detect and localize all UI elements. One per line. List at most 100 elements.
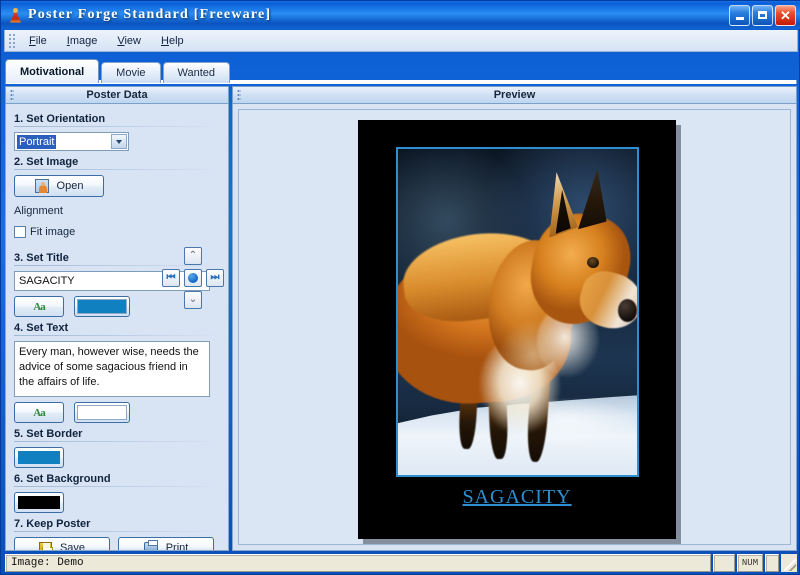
title-font-button[interactable]: Aa: [14, 296, 64, 317]
tab-movie[interactable]: Movie: [101, 62, 161, 83]
menu-item-help[interactable]: Help: [151, 33, 194, 49]
status-num-label: NUM: [741, 558, 759, 568]
preview-canvas[interactable]: SAGACITY: [238, 109, 791, 545]
application-window: Poster Forge Standard [Freeware] ✕ File …: [0, 0, 800, 575]
font-icon: Aa: [33, 300, 45, 313]
border-color-swatch: [18, 451, 60, 464]
text-color-button[interactable]: [74, 402, 130, 423]
floppy-disk-icon: [38, 541, 53, 550]
app-icon: [7, 7, 24, 24]
status-cell-blank-2: [765, 554, 779, 572]
fox-photo: [398, 149, 637, 475]
status-message-cell: Image: Demo: [5, 554, 711, 572]
step-background-label: 6. Set Background: [14, 473, 111, 485]
print-button-label: Print: [165, 542, 189, 551]
printer-icon: [143, 540, 158, 550]
status-cell-blank-1: [713, 554, 735, 572]
minimize-button[interactable]: [729, 4, 750, 26]
step-title-label: 3. Set Title: [14, 252, 69, 264]
divider: [14, 335, 220, 336]
preview-panel: SAGACITY: [232, 104, 797, 551]
step-keep-label: 7. Keep Poster: [14, 518, 91, 530]
status-message: Image: Demo: [11, 557, 84, 569]
status-num-indicator: NUM: [737, 554, 763, 572]
maximize-icon: [758, 11, 767, 19]
tab-strip: Motivational Movie Wanted: [5, 59, 797, 83]
title-color-button[interactable]: [74, 296, 130, 317]
fit-image-label: Fit image: [30, 226, 76, 238]
fit-image-checkbox-row[interactable]: Fit image: [14, 226, 220, 238]
text-style-buttons: Aa: [14, 402, 220, 423]
divider: [14, 441, 220, 442]
panel-grip-handle[interactable]: [237, 89, 241, 102]
menu-item-help-label: elp: [168, 34, 184, 47]
align-bottom-button[interactable]: ⌄: [184, 291, 202, 309]
divider: [14, 126, 220, 127]
poster-data-panel-header: Poster Data: [5, 86, 229, 104]
poster-text-value: Every man, however wise, needs the advic…: [19, 346, 199, 388]
align-left-button[interactable]: ⏮: [162, 269, 180, 287]
minimize-icon: [735, 16, 744, 20]
close-button[interactable]: ✕: [775, 4, 796, 26]
align-right-button[interactable]: ⏭: [206, 269, 224, 287]
menu-grip-handle[interactable]: [8, 32, 16, 49]
align-left-icon: ⏮: [166, 272, 176, 283]
picture-icon: [34, 179, 49, 193]
tab-motivational[interactable]: Motivational: [5, 59, 100, 83]
poster-image-frame: [396, 147, 639, 477]
alignment-label: Alignment: [14, 205, 63, 217]
menu-item-view-label: iew: [124, 34, 141, 47]
poster-data-title: Poster Data: [86, 89, 148, 101]
tab-motivational-label: Motivational: [20, 65, 85, 78]
tab-wanted[interactable]: Wanted: [162, 62, 231, 83]
status-bar: Image: Demo NUM: [5, 554, 797, 572]
step-image-label: 2. Set Image: [14, 156, 79, 168]
poster[interactable]: SAGACITY: [358, 120, 676, 539]
step-orientation-label: 1. Set Orientation: [14, 113, 106, 125]
background-color-button[interactable]: [14, 492, 64, 513]
menu-item-view[interactable]: View: [107, 33, 151, 49]
resize-grip[interactable]: [781, 554, 797, 572]
step-border-label: 5. Set Border: [14, 428, 83, 440]
background-color-swatch: [18, 496, 60, 509]
title-color-swatch: [77, 299, 127, 314]
poster-data-panel: 1. Set Orientation Portrait 2. Set Image…: [5, 104, 229, 551]
save-button-label: Save: [59, 542, 86, 551]
divider: [14, 169, 220, 170]
tab-wanted-label: Wanted: [177, 67, 216, 79]
align-right-icon: ⏭: [210, 272, 220, 283]
preview-panel-header: Preview: [232, 86, 797, 104]
open-image-button[interactable]: Open: [14, 175, 104, 197]
panel-grip-handle[interactable]: [10, 89, 14, 102]
divider: [14, 486, 220, 487]
title-input-value: SAGACITY: [19, 275, 75, 287]
menu-item-image-label: mage: [69, 34, 98, 47]
menu-item-file[interactable]: File: [19, 33, 57, 49]
window-title: Poster Forge Standard [Freeware]: [28, 7, 272, 22]
border-color-button[interactable]: [14, 447, 64, 468]
keep-poster-buttons: Save Print: [14, 537, 220, 551]
align-bottom-icon: ⌄: [188, 294, 198, 305]
divider: [14, 531, 220, 532]
window-controls: ✕: [729, 4, 798, 26]
menu-bar: File Image View Help: [4, 30, 798, 52]
chevron-down-icon[interactable]: [111, 134, 127, 149]
orientation-value: Portrait: [17, 134, 57, 149]
close-icon: ✕: [780, 7, 791, 23]
orientation-select[interactable]: Portrait: [14, 132, 129, 151]
text-font-button[interactable]: Aa: [14, 402, 64, 423]
preview-title: Preview: [493, 89, 536, 101]
menu-item-file-label: ile: [35, 34, 47, 47]
maximize-button[interactable]: [752, 4, 773, 26]
step-text-label: 4. Set Text: [14, 322, 69, 334]
tab-movie-label: Movie: [116, 67, 146, 79]
print-button[interactable]: Print: [118, 537, 214, 551]
save-button[interactable]: Save: [14, 537, 110, 551]
fit-image-checkbox[interactable]: [14, 226, 26, 238]
poster-title-text: SAGACITY: [462, 486, 572, 508]
open-image-label: Open: [56, 180, 84, 192]
align-center-button[interactable]: [184, 269, 202, 287]
text-color-swatch: [77, 405, 127, 420]
poster-text-input[interactable]: Every man, however wise, needs the advic…: [14, 341, 210, 397]
menu-item-image[interactable]: Image: [57, 33, 108, 49]
